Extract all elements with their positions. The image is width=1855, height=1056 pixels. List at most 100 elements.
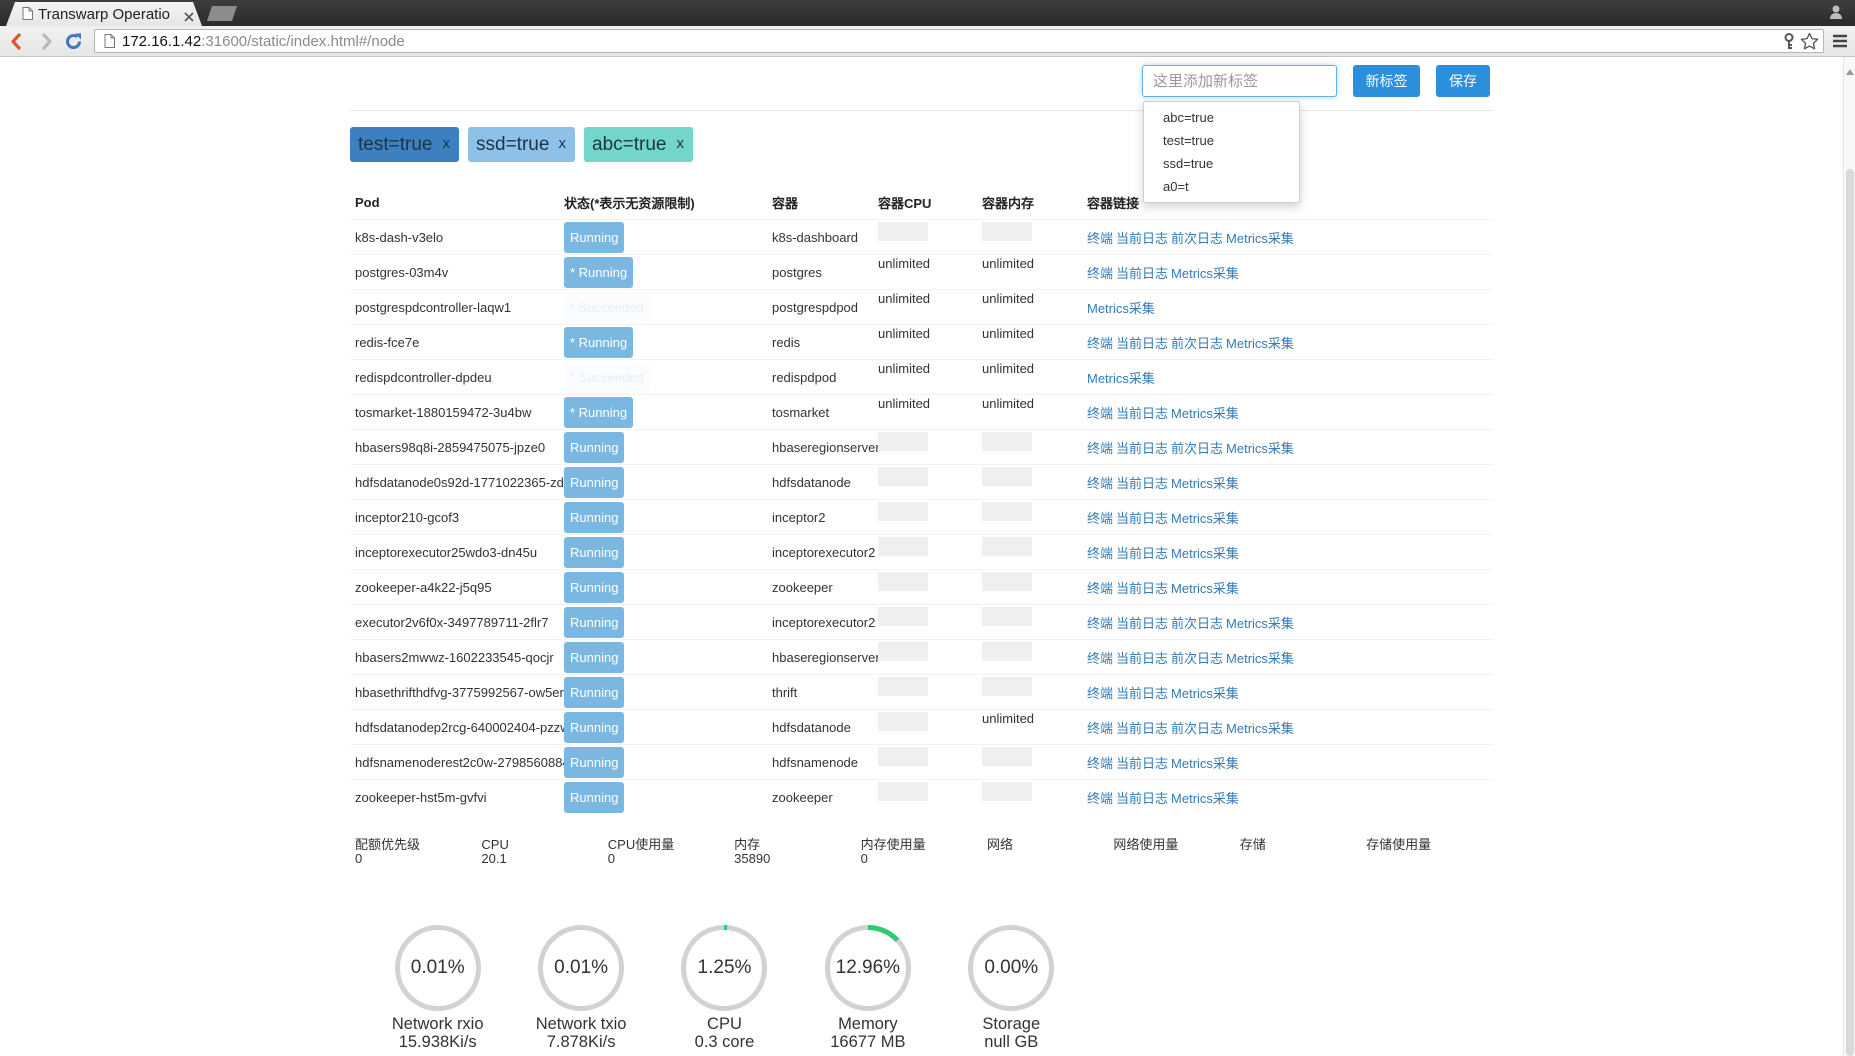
terminal-link[interactable]: 终端 [1087, 788, 1113, 807]
current-log-link[interactable]: 当前日志 [1116, 613, 1168, 632]
back-arrow-icon[interactable] [9, 32, 25, 56]
memory-value: unlimited [982, 361, 1035, 376]
current-log-link[interactable]: 当前日志 [1116, 508, 1168, 527]
metrics-link[interactable]: Metrics采集 [1171, 473, 1239, 492]
status-cell: * Running [560, 325, 768, 359]
suggestion-item[interactable]: abc=true [1144, 106, 1299, 129]
forward-arrow-icon[interactable] [38, 32, 54, 56]
profile-icon[interactable] [1829, 4, 1843, 25]
terminal-link[interactable]: 终端 [1087, 228, 1113, 247]
summary-item: 内存使用量 0 [857, 838, 983, 866]
remove-tag-button[interactable]: x [443, 127, 451, 160]
summary-value [1240, 852, 1362, 866]
previous-log-link[interactable]: 前次日志 [1171, 648, 1223, 667]
links-cell: 终端 当前日志 Metrics采集 [1083, 500, 1493, 534]
key-icon[interactable] [1783, 33, 1795, 55]
previous-log-link[interactable]: 前次日志 [1171, 438, 1223, 457]
current-log-link[interactable]: 当前日志 [1116, 403, 1168, 422]
metrics-link[interactable]: Metrics采集 [1171, 508, 1239, 527]
metrics-link[interactable]: Metrics采集 [1171, 753, 1239, 772]
status-cell: Running [560, 710, 768, 744]
metrics-link[interactable]: Metrics采集 [1171, 263, 1239, 282]
scroll-up-arrow-icon[interactable] [1846, 62, 1854, 80]
container-name: hbaseregionserver [772, 439, 880, 455]
save-button[interactable]: 保存 [1436, 65, 1490, 97]
current-log-link[interactable]: 当前日志 [1116, 753, 1168, 772]
container-name: inceptorexecutor2 [772, 544, 876, 560]
metrics-link[interactable]: Metrics采集 [1226, 613, 1294, 632]
cpu-cell [874, 500, 978, 534]
terminal-link[interactable]: 终端 [1087, 683, 1113, 702]
metrics-link[interactable]: Metrics采集 [1226, 718, 1294, 737]
metrics-link[interactable]: Metrics采集 [1226, 438, 1294, 457]
current-log-link[interactable]: 当前日志 [1116, 718, 1168, 737]
memory-placeholder [982, 747, 1032, 766]
metrics-link[interactable]: Metrics采集 [1087, 298, 1155, 317]
address-toolbar: 172.16.1.42:31600/static/index.html#/nod… [0, 26, 1855, 57]
metrics-link[interactable]: Metrics采集 [1171, 788, 1239, 807]
close-icon[interactable] [184, 9, 194, 27]
current-log-link[interactable]: 当前日志 [1116, 788, 1168, 807]
memory-placeholder [982, 677, 1032, 696]
current-log-link[interactable]: 当前日志 [1116, 578, 1168, 597]
memory-placeholder [982, 572, 1032, 591]
status-badge: Running [564, 571, 625, 603]
summary-item: 内存 35890 [730, 838, 856, 866]
metrics-link[interactable]: Metrics采集 [1226, 228, 1294, 247]
remove-tag-button[interactable]: x [559, 127, 567, 160]
metrics-link[interactable]: Metrics采集 [1171, 683, 1239, 702]
container-name: k8s-dashboard [772, 229, 858, 245]
suggestion-item[interactable]: ssd=true [1144, 152, 1299, 175]
vertical-scrollbar[interactable] [1843, 57, 1855, 1056]
terminal-link[interactable]: 终端 [1087, 578, 1113, 597]
previous-log-link[interactable]: 前次日志 [1171, 333, 1223, 352]
terminal-link[interactable]: 终端 [1087, 473, 1113, 492]
cpu-cell [874, 710, 978, 744]
new-tag-button[interactable]: 新标签 [1353, 65, 1420, 97]
reload-icon[interactable] [64, 32, 83, 56]
current-log-link[interactable]: 当前日志 [1116, 543, 1168, 562]
scrollbar-thumb[interactable] [1846, 169, 1854, 1056]
terminal-link[interactable]: 终端 [1087, 333, 1113, 352]
terminal-link[interactable]: 终端 [1087, 718, 1113, 737]
previous-log-link[interactable]: 前次日志 [1171, 718, 1223, 737]
current-log-link[interactable]: 当前日志 [1116, 438, 1168, 457]
terminal-link[interactable]: 终端 [1087, 648, 1113, 667]
url-bar[interactable]: 172.16.1.42:31600/static/index.html#/nod… [94, 29, 1824, 53]
current-log-link[interactable]: 当前日志 [1116, 473, 1168, 492]
suggestion-item[interactable]: a0=t [1144, 175, 1299, 198]
previous-log-link[interactable]: 前次日志 [1171, 613, 1223, 632]
new-tab-button[interactable] [207, 6, 237, 21]
terminal-link[interactable]: 终端 [1087, 543, 1113, 562]
metrics-link[interactable]: Metrics采集 [1087, 368, 1155, 387]
links-cell: 终端 当前日志 Metrics采集 [1083, 745, 1493, 779]
pod-cell: executor2v6f0x-3497789711-2flr7 [351, 605, 560, 639]
links-cell: 终端 当前日志 前次日志 Metrics采集 [1083, 325, 1493, 359]
current-log-link[interactable]: 当前日志 [1116, 333, 1168, 352]
suggestion-item[interactable]: test=true [1144, 129, 1299, 152]
terminal-link[interactable]: 终端 [1087, 403, 1113, 422]
current-log-link[interactable]: 当前日志 [1116, 228, 1168, 247]
terminal-link[interactable]: 终端 [1087, 508, 1113, 527]
metrics-link[interactable]: Metrics采集 [1171, 403, 1239, 422]
menu-icon[interactable] [1832, 34, 1848, 53]
bookmark-star-icon[interactable] [1800, 32, 1819, 56]
browser-tab[interactable]: Transwarp Operatio [6, 2, 202, 26]
remove-tag-button[interactable]: x [677, 127, 685, 160]
cpu-placeholder [878, 712, 928, 731]
metrics-link[interactable]: Metrics采集 [1171, 578, 1239, 597]
metrics-link[interactable]: Metrics采集 [1171, 543, 1239, 562]
tag-label: test=true [358, 134, 433, 155]
previous-log-link[interactable]: 前次日志 [1171, 228, 1223, 247]
current-log-link[interactable]: 当前日志 [1116, 683, 1168, 702]
metrics-link[interactable]: Metrics采集 [1226, 333, 1294, 352]
terminal-link[interactable]: 终端 [1087, 263, 1113, 282]
terminal-link[interactable]: 终端 [1087, 613, 1113, 632]
metrics-link[interactable]: Metrics采集 [1226, 648, 1294, 667]
new-tag-input[interactable] [1142, 65, 1337, 97]
current-log-link[interactable]: 当前日志 [1116, 263, 1168, 282]
page-info-icon[interactable] [104, 34, 115, 53]
terminal-link[interactable]: 终端 [1087, 438, 1113, 457]
current-log-link[interactable]: 当前日志 [1116, 648, 1168, 667]
terminal-link[interactable]: 终端 [1087, 753, 1113, 772]
